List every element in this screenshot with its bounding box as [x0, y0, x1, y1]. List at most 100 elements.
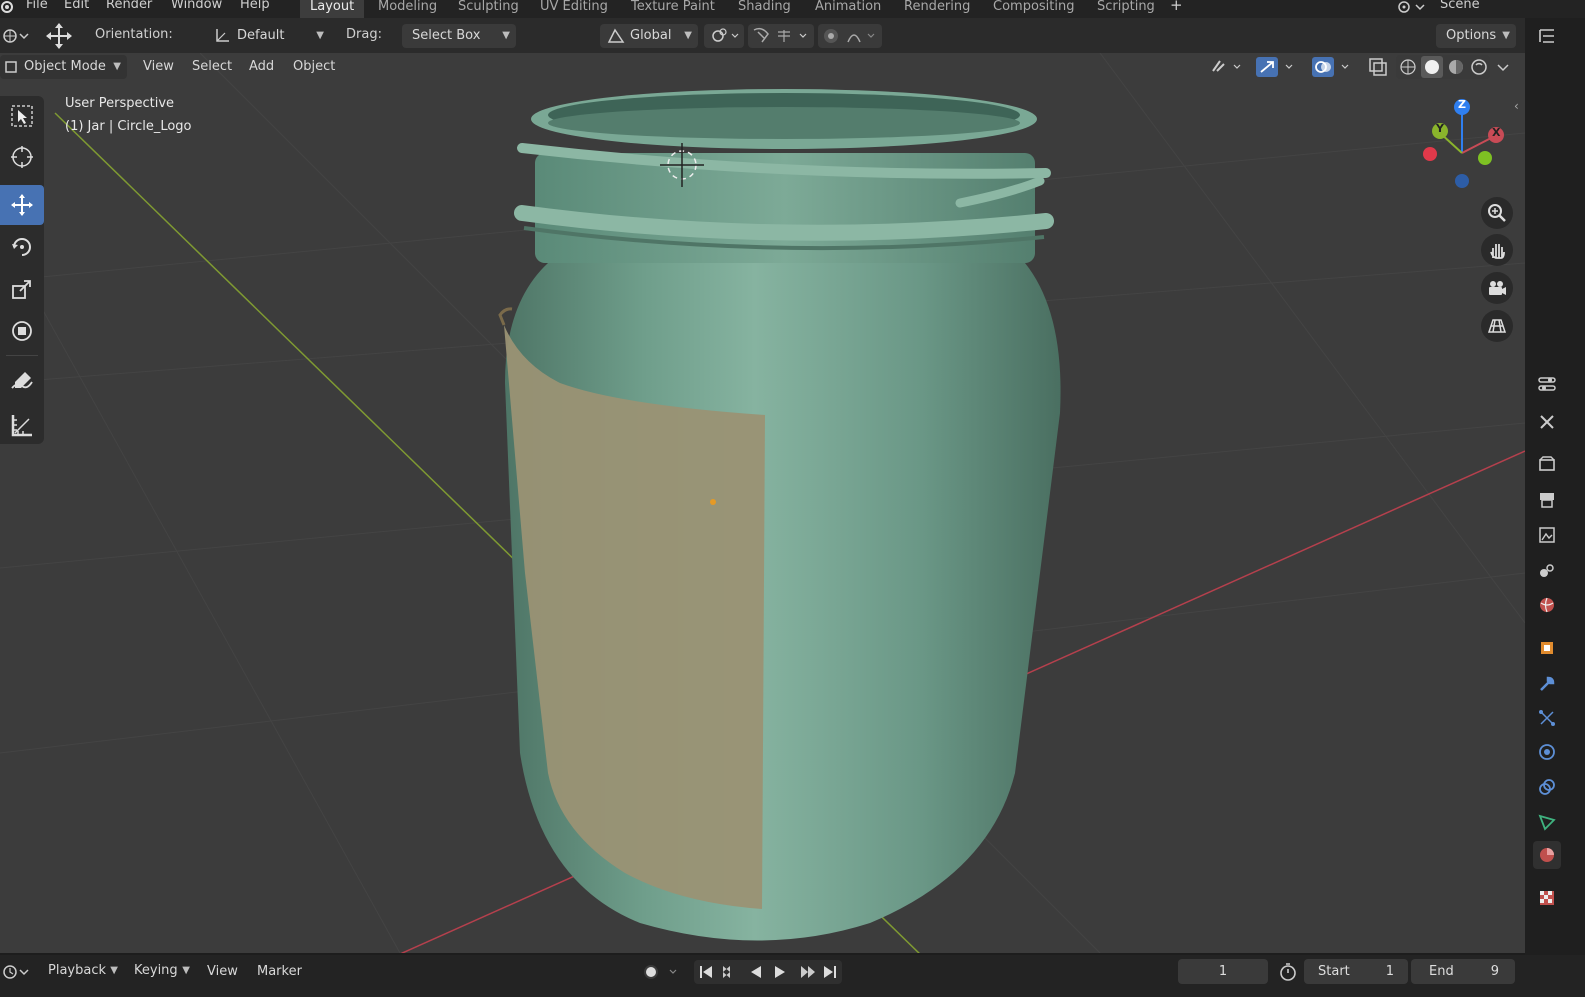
tool-header: Orientation: Default ▼ Drag: Select Box … [0, 18, 1540, 53]
annotate-tool[interactable] [0, 361, 44, 401]
left-toolbar [0, 96, 44, 444]
viewport-scene [0, 53, 1525, 953]
toolbar-divider [6, 355, 38, 356]
drag-label: Drag: [346, 27, 382, 42]
tab-uv-editing[interactable]: UV Editing [530, 0, 618, 18]
scale-icon [12, 280, 31, 299]
output-properties-icon[interactable] [1533, 486, 1561, 514]
move-tool[interactable] [0, 185, 44, 225]
options-dropdown[interactable]: Options ▼ [1436, 24, 1516, 48]
auto-keying-button[interactable] [638, 960, 686, 984]
gizmo-toggle-icon[interactable] [1254, 55, 1300, 79]
shading-options-chevron-icon[interactable] [1492, 55, 1514, 79]
modifier-properties-icon[interactable] [1533, 670, 1561, 698]
proportional-editing-button[interactable] [818, 24, 882, 48]
timeline-menu-view[interactable]: View [207, 964, 238, 979]
playback-menu[interactable]: Playback ▼ [38, 959, 124, 983]
gizmo-z-label[interactable]: Z [1458, 98, 1466, 111]
select-box-icon [11, 105, 33, 127]
constraints-properties-icon[interactable] [1533, 773, 1561, 801]
object-data-icon[interactable] [1533, 808, 1561, 836]
drag-dropdown[interactable]: Select Box ▼ [402, 24, 516, 48]
menu-help[interactable]: Help [240, 0, 270, 12]
tab-animation[interactable]: Animation [805, 0, 891, 18]
tab-modeling[interactable]: Modeling [368, 0, 447, 18]
grid-ortho-icon[interactable] [1481, 310, 1513, 342]
camera-view-icon[interactable] [1481, 272, 1513, 304]
tab-scripting[interactable]: Scripting [1087, 0, 1165, 18]
shading-mode-buttons[interactable] [1396, 55, 1490, 79]
snapping-button[interactable] [748, 24, 814, 48]
end-frame-label: End [1429, 964, 1454, 979]
transform-tool[interactable] [0, 311, 44, 351]
tab-layout[interactable]: Layout [300, 0, 365, 18]
menu-render[interactable]: Render [106, 0, 152, 12]
timeline-editor-type-icon[interactable] [0, 960, 32, 984]
viewport-menu-add[interactable]: Add [249, 59, 274, 74]
viewport-menu-view[interactable]: View [143, 59, 174, 74]
scene-name[interactable]: Scene [1440, 0, 1480, 12]
outliner-icon[interactable] [1533, 22, 1561, 50]
object-properties-icon[interactable] [1533, 634, 1561, 662]
global-axes-icon [607, 28, 625, 43]
scene-icon[interactable] [1396, 0, 1426, 18]
playback-controls[interactable] [694, 960, 842, 984]
annotate-pencil-icon [11, 372, 33, 389]
scale-tool[interactable] [0, 269, 44, 309]
add-workspace-button[interactable]: + [1170, 0, 1183, 14]
keying-menu[interactable]: Keying ▼ [124, 959, 196, 983]
physics-properties-icon[interactable] [1533, 738, 1561, 766]
mode-dropdown[interactable]: Object Mode ▼ [0, 55, 127, 79]
start-frame-label: Start [1318, 964, 1350, 979]
measure-tool[interactable] [0, 405, 44, 445]
menu-window[interactable]: Window [171, 0, 222, 12]
overlays-toggle-icon[interactable] [1310, 55, 1356, 79]
tab-shading[interactable]: Shading [728, 0, 801, 18]
3d-viewport[interactable]: X Y Z User Perspective (1) Jar | Circle_… [0, 53, 1525, 953]
cursor-tool[interactable] [0, 137, 44, 177]
viewport-menu-select[interactable]: Select [192, 59, 232, 74]
properties-editor-icon[interactable] [1533, 370, 1561, 398]
viewport-menu-object[interactable]: Object [293, 59, 335, 74]
editor-type-icon[interactable] [0, 24, 32, 48]
object-mode-icon [5, 61, 17, 73]
particles-properties-icon[interactable] [1533, 704, 1561, 732]
scene-properties-icon[interactable] [1533, 556, 1561, 584]
rotate-tool[interactable] [0, 227, 44, 267]
chevron-down-icon: ▼ [502, 30, 510, 41]
start-frame-value: 1 [1385, 964, 1394, 979]
view-layer-icon[interactable] [1533, 521, 1561, 549]
navigation-gizmo [1423, 99, 1504, 188]
gizmo-y-label[interactable]: Y [1436, 122, 1444, 135]
gizmo-x-label[interactable]: X [1492, 126, 1500, 139]
orientation-value: Default [237, 28, 285, 43]
orientation-dropdown[interactable]: Default ▼ [207, 24, 330, 48]
sidebar-toggle-icon[interactable]: ‹ [1514, 99, 1519, 113]
options-label: Options [1446, 28, 1497, 43]
transform-orientation-dropdown[interactable]: Global ▼ [600, 24, 698, 48]
xray-toggle-icon[interactable] [1366, 55, 1390, 79]
timeline-menu-marker[interactable]: Marker [257, 964, 302, 979]
menu-edit[interactable]: Edit [64, 0, 89, 12]
render-properties-icon[interactable] [1533, 450, 1561, 478]
zoom-icon[interactable] [1481, 197, 1513, 229]
menu-file[interactable]: File [26, 0, 48, 12]
tab-texture-paint[interactable]: Texture Paint [621, 0, 725, 18]
tool-properties-icon[interactable] [1533, 408, 1561, 436]
world-properties-icon[interactable] [1533, 591, 1561, 619]
stopwatch-icon[interactable] [1276, 960, 1300, 984]
select-box-tool[interactable] [0, 96, 44, 136]
tab-sculpting[interactable]: Sculpting [448, 0, 529, 18]
visibility-selectability-icon[interactable] [1208, 55, 1246, 79]
pivot-point-button[interactable] [704, 24, 744, 48]
start-frame-field[interactable]: Start 1 [1304, 959, 1408, 984]
end-frame-field[interactable]: End 9 [1411, 959, 1515, 984]
cursor-icon [11, 146, 33, 168]
current-frame-field[interactable]: 1 [1178, 959, 1268, 984]
material-properties-icon[interactable] [1533, 841, 1561, 869]
hand-pan-icon[interactable] [1481, 234, 1513, 266]
tab-compositing[interactable]: Compositing [983, 0, 1085, 18]
tab-rendering[interactable]: Rendering [894, 0, 980, 18]
texture-properties-icon[interactable] [1533, 884, 1561, 912]
chevron-down-icon: ▼ [1502, 30, 1510, 41]
